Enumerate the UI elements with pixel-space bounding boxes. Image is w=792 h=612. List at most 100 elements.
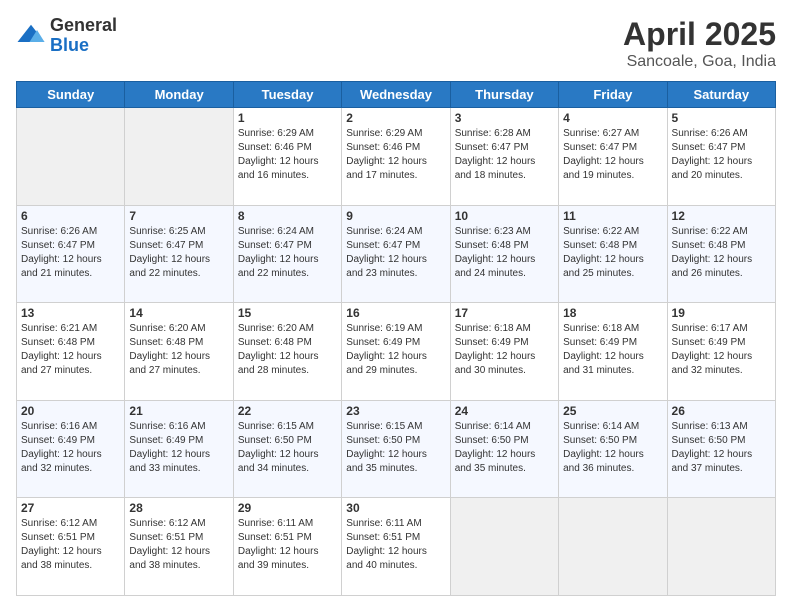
day-info: Sunrise: 6:29 AM Sunset: 6:46 PM Dayligh… xyxy=(346,127,445,183)
calendar-cell: 8 Sunrise: 6:24 AM Sunset: 6:47 PM Dayli… xyxy=(233,205,341,303)
day-info: Sunrise: 6:11 AM Sunset: 6:51 PM Dayligh… xyxy=(238,517,337,573)
logo-icon xyxy=(16,21,46,51)
main-title: April 2025 xyxy=(623,16,776,53)
sunset-label: Sunset: 6:47 PM xyxy=(129,240,203,251)
calendar-cell: 22 Sunrise: 6:15 AM Sunset: 6:50 PM Dayl… xyxy=(233,400,341,498)
day-number: 7 xyxy=(129,209,228,223)
day-header-tuesday: Tuesday xyxy=(233,82,341,108)
daylight-label: Daylight: 12 hours and 17 minutes. xyxy=(346,156,427,181)
day-number: 25 xyxy=(563,404,662,418)
daylight-label: Daylight: 12 hours and 18 minutes. xyxy=(455,156,536,181)
day-number: 20 xyxy=(21,404,120,418)
sunrise-label: Sunrise: 6:27 AM xyxy=(563,128,639,139)
sunrise-label: Sunrise: 6:16 AM xyxy=(129,421,205,432)
daylight-label: Daylight: 12 hours and 26 minutes. xyxy=(672,254,753,279)
sunset-label: Sunset: 6:48 PM xyxy=(21,337,95,348)
logo-general: General xyxy=(50,16,117,36)
daylight-label: Daylight: 12 hours and 27 minutes. xyxy=(21,351,102,376)
sunrise-label: Sunrise: 6:28 AM xyxy=(455,128,531,139)
calendar-cell xyxy=(17,108,125,206)
sunset-label: Sunset: 6:47 PM xyxy=(563,142,637,153)
day-info: Sunrise: 6:16 AM Sunset: 6:49 PM Dayligh… xyxy=(129,420,228,476)
daylight-label: Daylight: 12 hours and 19 minutes. xyxy=(563,156,644,181)
calendar-cell xyxy=(125,108,233,206)
daylight-label: Daylight: 12 hours and 27 minutes. xyxy=(129,351,210,376)
day-info: Sunrise: 6:20 AM Sunset: 6:48 PM Dayligh… xyxy=(129,322,228,378)
daylight-label: Daylight: 12 hours and 35 minutes. xyxy=(346,449,427,474)
calendar-cell: 23 Sunrise: 6:15 AM Sunset: 6:50 PM Dayl… xyxy=(342,400,450,498)
day-info: Sunrise: 6:29 AM Sunset: 6:46 PM Dayligh… xyxy=(238,127,337,183)
calendar-cell: 18 Sunrise: 6:18 AM Sunset: 6:49 PM Dayl… xyxy=(559,303,667,401)
day-info: Sunrise: 6:18 AM Sunset: 6:49 PM Dayligh… xyxy=(563,322,662,378)
sunset-label: Sunset: 6:50 PM xyxy=(455,435,529,446)
sunset-label: Sunset: 6:51 PM xyxy=(129,532,203,543)
calendar-cell: 25 Sunrise: 6:14 AM Sunset: 6:50 PM Dayl… xyxy=(559,400,667,498)
sunset-label: Sunset: 6:47 PM xyxy=(21,240,95,251)
sunset-label: Sunset: 6:51 PM xyxy=(346,532,420,543)
day-number: 5 xyxy=(672,111,771,125)
sunrise-label: Sunrise: 6:26 AM xyxy=(672,128,748,139)
week-row-5: 27 Sunrise: 6:12 AM Sunset: 6:51 PM Dayl… xyxy=(17,498,776,596)
day-info: Sunrise: 6:13 AM Sunset: 6:50 PM Dayligh… xyxy=(672,420,771,476)
day-number: 19 xyxy=(672,306,771,320)
day-info: Sunrise: 6:22 AM Sunset: 6:48 PM Dayligh… xyxy=(672,225,771,281)
sunset-label: Sunset: 6:50 PM xyxy=(563,435,637,446)
day-number: 1 xyxy=(238,111,337,125)
day-info: Sunrise: 6:15 AM Sunset: 6:50 PM Dayligh… xyxy=(346,420,445,476)
day-info: Sunrise: 6:28 AM Sunset: 6:47 PM Dayligh… xyxy=(455,127,554,183)
day-header-sunday: Sunday xyxy=(17,82,125,108)
sunrise-label: Sunrise: 6:11 AM xyxy=(238,518,313,529)
daylight-label: Daylight: 12 hours and 40 minutes. xyxy=(346,546,427,571)
calendar-cell: 1 Sunrise: 6:29 AM Sunset: 6:46 PM Dayli… xyxy=(233,108,341,206)
day-number: 23 xyxy=(346,404,445,418)
calendar-cell: 6 Sunrise: 6:26 AM Sunset: 6:47 PM Dayli… xyxy=(17,205,125,303)
header: General Blue April 2025 Sancoale, Goa, I… xyxy=(16,16,776,71)
sunrise-label: Sunrise: 6:25 AM xyxy=(129,226,205,237)
subtitle: Sancoale, Goa, India xyxy=(623,53,776,71)
sunset-label: Sunset: 6:49 PM xyxy=(455,337,529,348)
sunrise-label: Sunrise: 6:12 AM xyxy=(21,518,97,529)
sunset-label: Sunset: 6:50 PM xyxy=(346,435,420,446)
calendar-cell: 28 Sunrise: 6:12 AM Sunset: 6:51 PM Dayl… xyxy=(125,498,233,596)
day-number: 18 xyxy=(563,306,662,320)
daylight-label: Daylight: 12 hours and 22 minutes. xyxy=(129,254,210,279)
calendar-cell: 13 Sunrise: 6:21 AM Sunset: 6:48 PM Dayl… xyxy=(17,303,125,401)
sunset-label: Sunset: 6:48 PM xyxy=(129,337,203,348)
logo-blue: Blue xyxy=(50,36,117,56)
sunset-label: Sunset: 6:51 PM xyxy=(21,532,95,543)
day-info: Sunrise: 6:24 AM Sunset: 6:47 PM Dayligh… xyxy=(346,225,445,281)
sunrise-label: Sunrise: 6:24 AM xyxy=(346,226,422,237)
day-header-monday: Monday xyxy=(125,82,233,108)
daylight-label: Daylight: 12 hours and 33 minutes. xyxy=(129,449,210,474)
day-info: Sunrise: 6:20 AM Sunset: 6:48 PM Dayligh… xyxy=(238,322,337,378)
calendar-cell: 10 Sunrise: 6:23 AM Sunset: 6:48 PM Dayl… xyxy=(450,205,558,303)
daylight-label: Daylight: 12 hours and 31 minutes. xyxy=(563,351,644,376)
sunset-label: Sunset: 6:49 PM xyxy=(346,337,420,348)
sunset-label: Sunset: 6:48 PM xyxy=(238,337,312,348)
daylight-label: Daylight: 12 hours and 38 minutes. xyxy=(21,546,102,571)
daylight-label: Daylight: 12 hours and 23 minutes. xyxy=(346,254,427,279)
daylight-label: Daylight: 12 hours and 38 minutes. xyxy=(129,546,210,571)
sunset-label: Sunset: 6:48 PM xyxy=(672,240,746,251)
sunrise-label: Sunrise: 6:26 AM xyxy=(21,226,97,237)
sunset-label: Sunset: 6:48 PM xyxy=(563,240,637,251)
day-number: 4 xyxy=(563,111,662,125)
sunrise-label: Sunrise: 6:21 AM xyxy=(21,323,97,334)
daylight-label: Daylight: 12 hours and 32 minutes. xyxy=(21,449,102,474)
daylight-label: Daylight: 12 hours and 37 minutes. xyxy=(672,449,753,474)
day-number: 29 xyxy=(238,501,337,515)
sunrise-label: Sunrise: 6:15 AM xyxy=(346,421,422,432)
daylight-label: Daylight: 12 hours and 21 minutes. xyxy=(21,254,102,279)
day-number: 11 xyxy=(563,209,662,223)
calendar-cell xyxy=(559,498,667,596)
daylight-label: Daylight: 12 hours and 29 minutes. xyxy=(346,351,427,376)
day-number: 3 xyxy=(455,111,554,125)
day-info: Sunrise: 6:19 AM Sunset: 6:49 PM Dayligh… xyxy=(346,322,445,378)
sunrise-label: Sunrise: 6:17 AM xyxy=(672,323,748,334)
day-info: Sunrise: 6:12 AM Sunset: 6:51 PM Dayligh… xyxy=(129,517,228,573)
calendar-cell: 20 Sunrise: 6:16 AM Sunset: 6:49 PM Dayl… xyxy=(17,400,125,498)
calendar-cell: 3 Sunrise: 6:28 AM Sunset: 6:47 PM Dayli… xyxy=(450,108,558,206)
day-info: Sunrise: 6:22 AM Sunset: 6:48 PM Dayligh… xyxy=(563,225,662,281)
calendar-cell: 11 Sunrise: 6:22 AM Sunset: 6:48 PM Dayl… xyxy=(559,205,667,303)
calendar-cell: 26 Sunrise: 6:13 AM Sunset: 6:50 PM Dayl… xyxy=(667,400,775,498)
